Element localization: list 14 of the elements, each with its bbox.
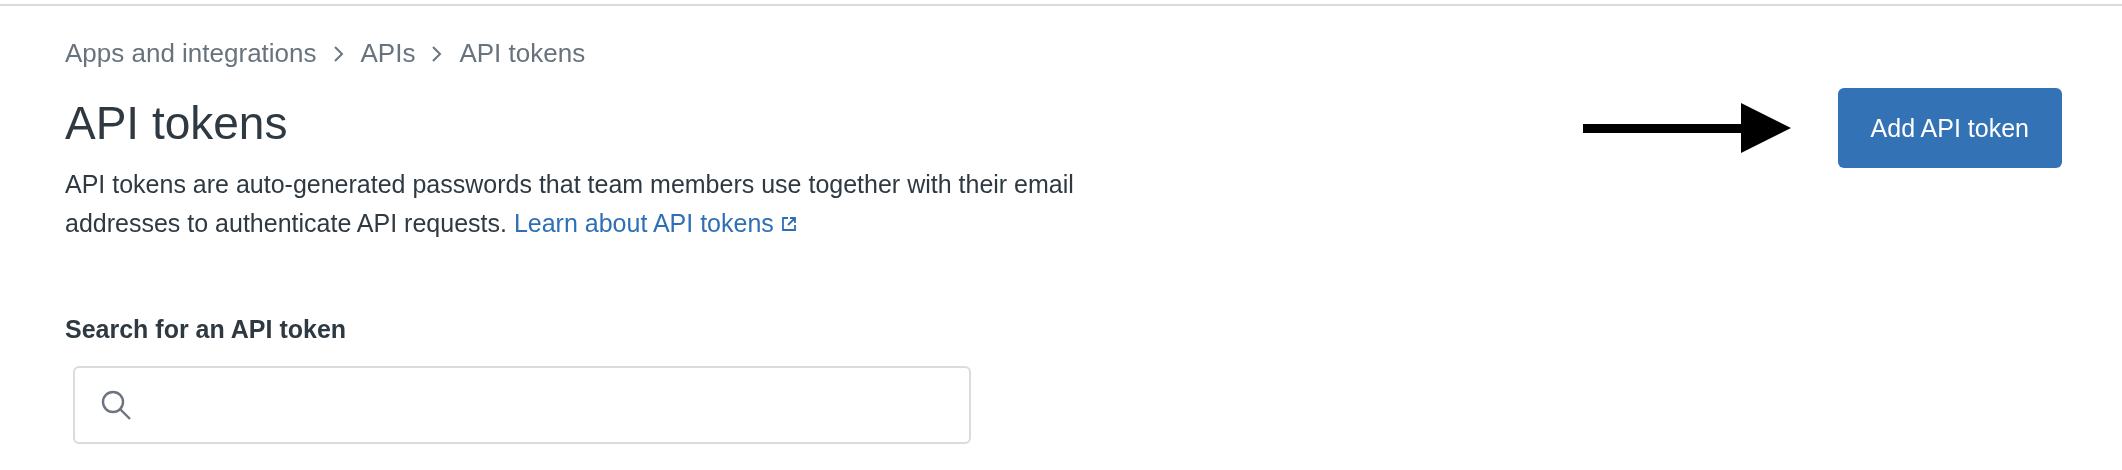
learn-more-link[interactable]: Learn about API tokens	[513, 209, 798, 237]
description-text: API tokens are auto-generated passwords that team members use together with their email addresses to authenticate API requests. Learn about API tokens	[65, 169, 1075, 239]
search-label: Search for an API token	[65, 315, 348, 344]
add-api-token-button[interactable]: Add API token	[1837, 88, 2062, 168]
chevron-right-icon	[431, 44, 444, 63]
breadcrumb-link[interactable]: API tokens	[459, 38, 586, 69]
breadcrumb-link[interactable]: Apps and integrations	[65, 38, 317, 69]
page-title: API tokens	[65, 96, 289, 151]
chevron-right-icon	[332, 44, 345, 63]
breadcrumb-link[interactable]: APIs	[360, 38, 416, 69]
external-link-icon	[779, 215, 798, 233]
arrow-icon	[1582, 103, 1793, 153]
search-field[interactable]	[73, 366, 971, 444]
search-icon	[99, 388, 133, 422]
